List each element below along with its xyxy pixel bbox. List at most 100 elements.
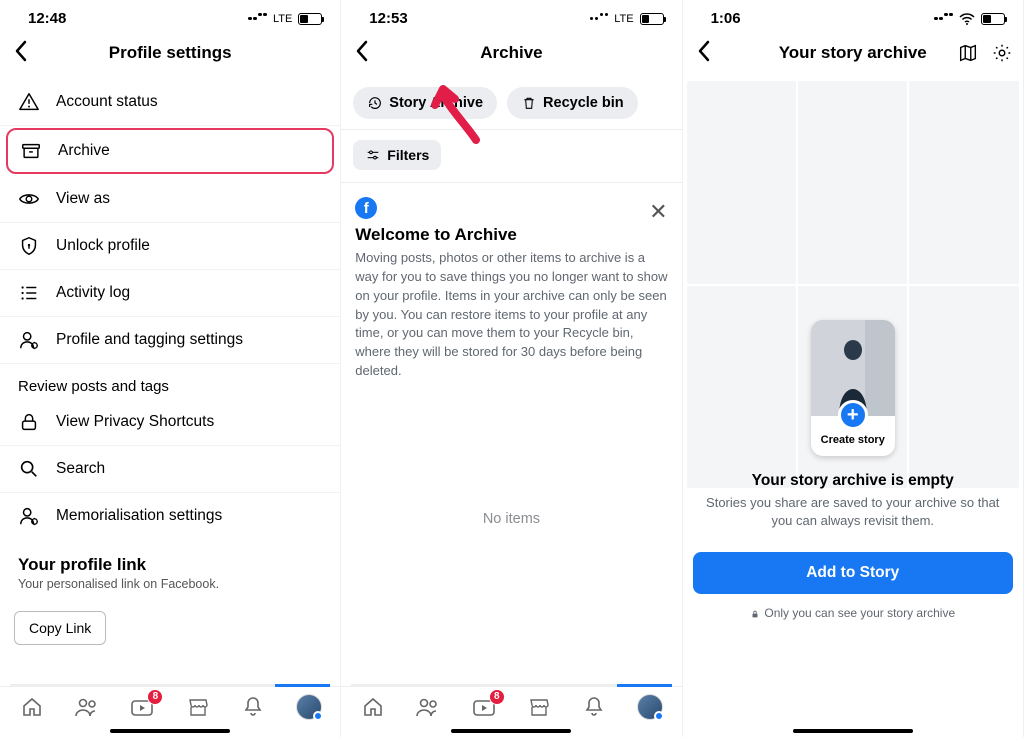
back-button[interactable] <box>697 40 711 66</box>
archive-box-icon <box>20 140 42 162</box>
signal-dots-icon <box>934 17 953 21</box>
privacy-text: Only you can see your story archive <box>764 606 955 620</box>
status-right: LTE <box>248 13 322 25</box>
status-right <box>934 13 1005 25</box>
tab-home[interactable] <box>17 693 47 721</box>
home-icon <box>361 695 385 719</box>
marketplace-icon <box>527 695 551 719</box>
tab-friends[interactable] <box>72 693 102 721</box>
warning-icon <box>18 91 40 113</box>
tab-profile[interactable] <box>294 693 324 721</box>
filters-row: Filters <box>341 130 681 183</box>
battery-icon <box>640 13 664 25</box>
tab-watch[interactable]: 8 <box>127 693 157 721</box>
gear-icon <box>991 42 1013 64</box>
row-label: View Privacy Shortcuts <box>56 413 214 431</box>
home-indicator <box>451 729 571 734</box>
map-button[interactable] <box>957 42 979 64</box>
marketplace-icon <box>186 695 210 719</box>
welcome-body: Moving posts, photos or other items to a… <box>355 249 667 381</box>
tab-bar: 8 <box>341 686 681 723</box>
empty-title: Your story archive is empty <box>699 472 1007 490</box>
row-search[interactable]: Search <box>0 446 340 493</box>
bell-icon <box>242 695 264 719</box>
row-label: Account status <box>56 93 158 111</box>
link-subtitle: Your personalised link on Facebook. <box>18 577 322 591</box>
tab-marketplace[interactable] <box>183 693 213 721</box>
row-label: View as <box>56 190 110 208</box>
tab-notifications[interactable] <box>579 693 609 721</box>
status-time: 12:48 <box>28 10 66 27</box>
row-view-as[interactable]: View as <box>0 176 340 223</box>
row-unlock-profile[interactable]: Unlock profile <box>0 223 340 270</box>
pager-indicator <box>351 684 671 686</box>
tab-notifications[interactable] <box>238 693 268 721</box>
row-privacy-shortcuts[interactable]: View Privacy Shortcuts <box>0 399 340 446</box>
row-archive[interactable]: Archive <box>6 128 334 174</box>
tab-bar: 8 <box>0 686 340 723</box>
grid-cell <box>909 81 1018 284</box>
avatar <box>296 694 322 720</box>
friends-icon <box>74 695 100 719</box>
sliders-icon <box>365 147 381 163</box>
archive-tabs: Story Archive Recycle bin <box>341 79 681 130</box>
grid-cell <box>687 81 796 284</box>
row-memorialisation[interactable]: Memorialisation settings <box>0 493 340 539</box>
battery-icon <box>981 13 1005 25</box>
status-bar: 12:53 LTE <box>341 0 681 31</box>
gear-person-icon <box>18 329 40 351</box>
welcome-panel: f ✕ Welcome to Archive Moving posts, pho… <box>341 183 681 381</box>
welcome-title: Welcome to Archive <box>355 225 667 245</box>
empty-state: Your story archive is empty Stories you … <box>683 456 1023 540</box>
tab-profile[interactable] <box>635 693 665 721</box>
grid-cell <box>798 81 907 284</box>
profile-link-section: Your profile link Your personalised link… <box>0 539 340 595</box>
privacy-note: Only you can see your story archive <box>683 606 1023 642</box>
bell-icon <box>583 695 605 719</box>
eye-icon <box>18 188 40 210</box>
back-button[interactable] <box>14 40 28 66</box>
row-label: Unlock profile <box>56 237 150 255</box>
back-button[interactable] <box>355 40 369 66</box>
chip-label: Story Archive <box>389 95 483 111</box>
screen-story-archive: 1:06 Your story archive <box>683 0 1024 737</box>
row-label: Profile and tagging settings <box>56 331 243 349</box>
tab-home[interactable] <box>358 693 388 721</box>
screen-archive: 12:53 LTE Archive Story Archive Recycle … <box>341 0 682 737</box>
status-bar: 1:06 <box>683 0 1023 31</box>
chip-story-archive[interactable]: Story Archive <box>353 87 497 119</box>
chip-recycle-bin[interactable]: Recycle bin <box>507 87 638 119</box>
home-indicator <box>793 729 913 734</box>
row-activity-log[interactable]: Activity log <box>0 270 340 317</box>
row-account-status[interactable]: Account status <box>0 79 340 126</box>
filters-button[interactable]: Filters <box>353 140 441 170</box>
add-to-story-button[interactable]: Add to Story <box>693 552 1013 594</box>
wifi-icon <box>959 13 975 25</box>
header: Your story archive <box>683 31 1023 79</box>
header: Archive <box>341 31 681 79</box>
close-button[interactable]: ✕ <box>649 199 667 225</box>
row-label: Archive <box>58 142 110 160</box>
list-icon <box>18 282 40 304</box>
tab-watch[interactable]: 8 <box>469 693 499 721</box>
tab-friends[interactable] <box>413 693 443 721</box>
network-label: LTE <box>614 13 633 25</box>
tab-marketplace[interactable] <box>524 693 554 721</box>
copy-link-button[interactable]: Copy Link <box>14 611 106 645</box>
gear-person-icon <box>18 505 40 527</box>
friends-icon <box>415 695 441 719</box>
page-title: Profile settings <box>109 43 232 63</box>
signal-dots-icon <box>590 17 609 21</box>
map-icon <box>957 42 979 64</box>
link-title: Your profile link <box>18 555 322 575</box>
watch-badge: 8 <box>147 689 163 705</box>
search-icon <box>18 458 40 480</box>
create-story-card[interactable]: + Create story <box>811 320 895 455</box>
signal-dots-icon <box>248 17 267 21</box>
plus-icon: + <box>838 400 868 430</box>
settings-list: Account status Archive View as Unlock pr… <box>0 79 340 684</box>
row-profile-tagging[interactable]: Profile and tagging settings <box>0 317 340 364</box>
chevron-left-icon <box>14 40 28 62</box>
settings-button[interactable] <box>991 42 1013 64</box>
trash-icon <box>521 95 537 111</box>
